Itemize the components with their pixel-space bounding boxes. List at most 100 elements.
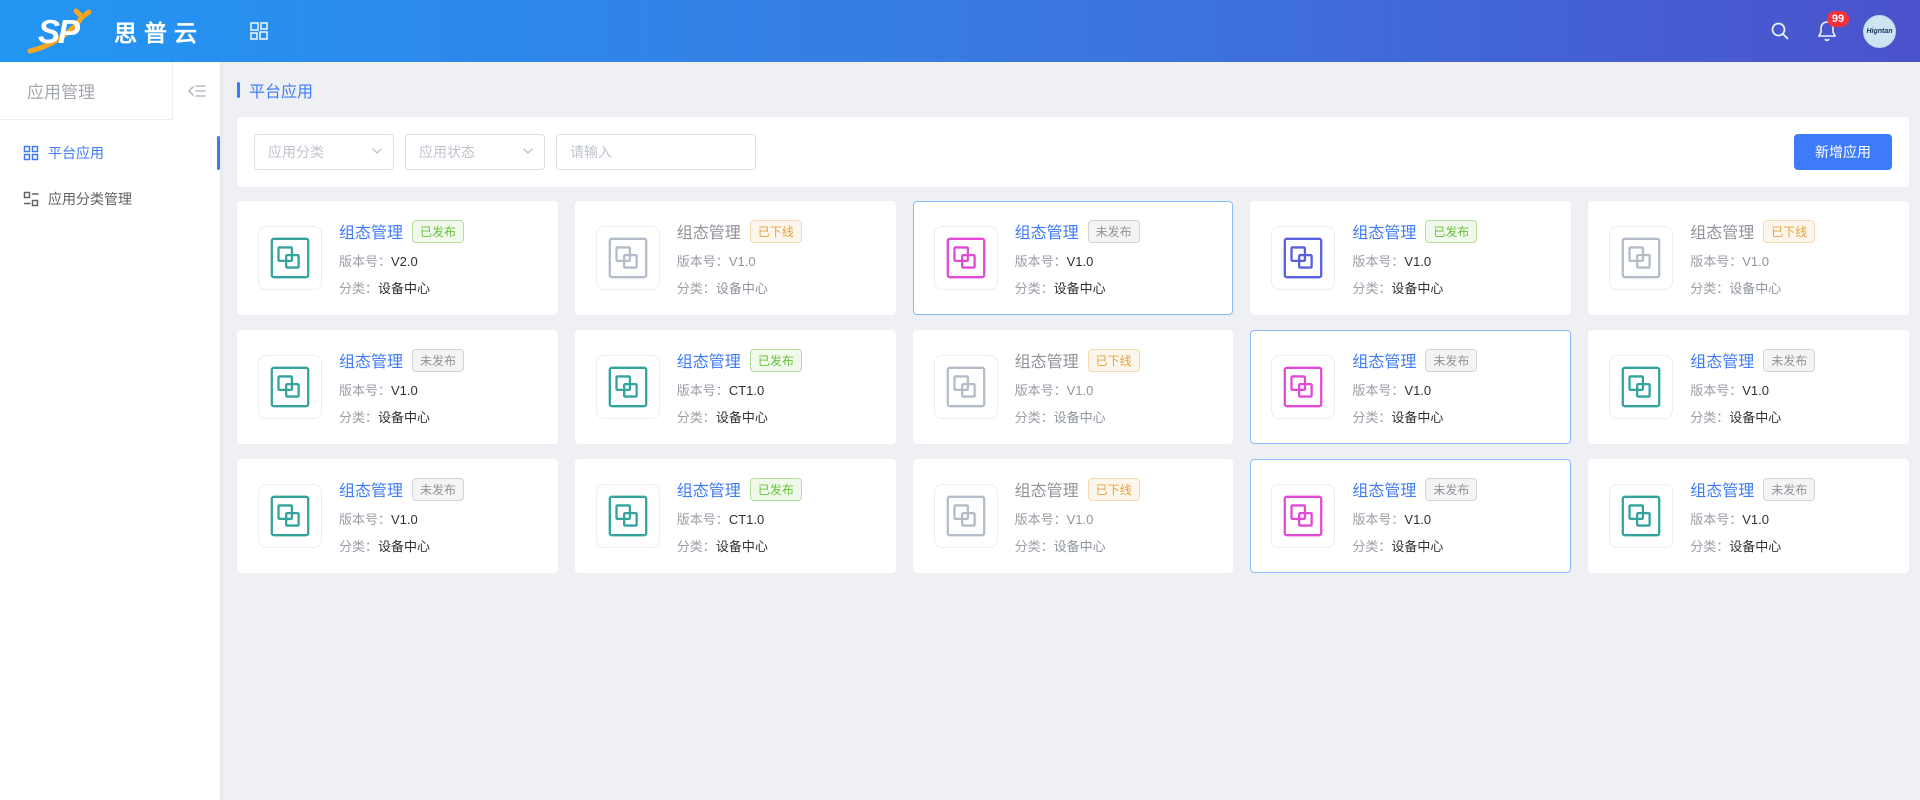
app-icon: [1609, 226, 1673, 290]
sidebar-menu: 平台应用 应用分类管理: [0, 120, 220, 222]
status-badge: 已发布: [750, 349, 802, 372]
notification-bell-icon[interactable]: 99: [1815, 19, 1839, 43]
app-title-link[interactable]: 组态管理: [1015, 477, 1079, 501]
app-card[interactable]: 组态管理 未发布 版本号：V1.0 分类：设备中心: [1588, 459, 1909, 573]
app-title-link[interactable]: 组态管理: [1690, 219, 1754, 243]
app-title-link[interactable]: 组态管理: [1015, 348, 1079, 372]
app-title-link[interactable]: 组态管理: [677, 477, 741, 501]
app-icon: [596, 484, 660, 548]
app-title-link[interactable]: 组态管理: [1352, 348, 1416, 372]
status-badge: 已下线: [1088, 478, 1140, 501]
app-icon: [1271, 226, 1335, 290]
app-title-link[interactable]: 组态管理: [339, 348, 403, 372]
app-card[interactable]: 组态管理 未发布 版本号：V1.0 分类：设备中心: [1250, 459, 1571, 573]
app-card[interactable]: 组态管理 已下线 版本号：V1.0 分类：设备中心: [575, 201, 896, 315]
version-line: 版本号：V1.0: [1352, 509, 1477, 528]
app-icon: [1609, 484, 1673, 548]
version-line: 版本号：V1.0: [677, 251, 802, 270]
app-icon: [1271, 355, 1335, 419]
app-icon: [934, 484, 998, 548]
add-application-button[interactable]: 新增应用: [1794, 134, 1892, 170]
version-line: 版本号：V1.0: [1015, 509, 1140, 528]
app-title-link[interactable]: 组态管理: [1352, 477, 1416, 501]
app-title-link[interactable]: 组态管理: [1352, 219, 1416, 243]
category-line: 分类：设备中心: [1352, 536, 1477, 555]
sidebar-title: 应用管理: [0, 62, 172, 120]
app-card[interactable]: 组态管理 已发布 版本号：CT1.0 分类：设备中心: [575, 459, 896, 573]
version-line: 版本号：V1.0: [1015, 251, 1140, 270]
app-card[interactable]: 组态管理 未发布 版本号：V1.0 分类：设备中心: [1588, 330, 1909, 444]
app-title-link[interactable]: 组态管理: [1690, 477, 1754, 501]
main-content: 平台应用 应用分类 应用状态 新增应用 组态管理: [220, 62, 1920, 800]
search-icon[interactable]: [1769, 20, 1791, 42]
notification-badge: 99: [1827, 11, 1849, 27]
app-title-link[interactable]: 组态管理: [677, 348, 741, 372]
sidebar-item-label: 平台应用: [48, 143, 104, 163]
chevron-down-icon: [371, 144, 383, 160]
app-title-link[interactable]: 组态管理: [1015, 219, 1079, 243]
category-line: 分类：设备中心: [677, 278, 802, 297]
app-icon: [1271, 484, 1335, 548]
filter-toolbar: 应用分类 应用状态 新增应用: [237, 117, 1909, 187]
app-title-link[interactable]: 组态管理: [339, 219, 403, 243]
category-line: 分类：设备中心: [1690, 536, 1815, 555]
app-card-grid: 组态管理 已发布 版本号：V2.0 分类：设备中心 组态管理 已下线 版本号：V…: [237, 201, 1909, 573]
category-line: 分类：设备中心: [1352, 407, 1477, 426]
apps-grid-icon[interactable]: [248, 20, 270, 42]
version-line: 版本号：V1.0: [1352, 251, 1477, 270]
version-line: 版本号：V1.0: [1690, 509, 1815, 528]
version-line: 版本号：CT1.0: [677, 509, 802, 528]
version-line: 版本号：V1.0: [1690, 251, 1815, 270]
app-icon: [596, 355, 660, 419]
collapse-sidebar-icon[interactable]: [172, 62, 220, 120]
top-header: SP 思普云 99 Higntan: [0, 0, 1920, 62]
app-icon: [1609, 355, 1673, 419]
app-card[interactable]: 组态管理 未发布 版本号：V1.0 分类：设备中心: [237, 330, 558, 444]
app-card[interactable]: 组态管理 未发布 版本号：V1.0 分类：设备中心: [237, 459, 558, 573]
category-line: 分类：设备中心: [339, 407, 464, 426]
sidebar-item-app-category-management[interactable]: 应用分类管理: [0, 176, 220, 222]
version-line: 版本号：V1.0: [1352, 380, 1477, 399]
status-badge: 已发布: [750, 478, 802, 501]
status-badge: 已发布: [412, 220, 464, 243]
category-line: 分类：设备中心: [677, 407, 802, 426]
status-badge: 未发布: [1425, 478, 1477, 501]
app-title-link[interactable]: 组态管理: [339, 477, 403, 501]
app-icon: [258, 226, 322, 290]
app-card[interactable]: 组态管理 已发布 版本号：V1.0 分类：设备中心: [1250, 201, 1571, 315]
search-input[interactable]: [556, 134, 756, 170]
app-card[interactable]: 组态管理 已下线 版本号：V1.0 分类：设备中心: [913, 459, 1234, 573]
category-line: 分类：设备中心: [339, 278, 464, 297]
version-line: 版本号：CT1.0: [677, 380, 802, 399]
app-icon: [934, 226, 998, 290]
category-line: 分类：设备中心: [1015, 407, 1140, 426]
app-status-select[interactable]: 应用状态: [405, 134, 545, 170]
sidebar-item-platform-apps[interactable]: 平台应用: [0, 130, 220, 176]
logo-sp-icon: SP: [26, 7, 104, 55]
user-avatar[interactable]: Higntan: [1863, 15, 1896, 48]
title-accent-bar: [237, 82, 240, 98]
app-title-link[interactable]: 组态管理: [1690, 348, 1754, 372]
app-category-select[interactable]: 应用分类: [254, 134, 394, 170]
app-icon: [596, 226, 660, 290]
app-icon: [258, 355, 322, 419]
version-line: 版本号：V1.0: [1015, 380, 1140, 399]
app-logo[interactable]: SP 思普云: [0, 7, 220, 55]
app-card[interactable]: 组态管理 已下线 版本号：V1.0 分类：设备中心: [913, 330, 1234, 444]
sidebar-item-label: 应用分类管理: [48, 189, 132, 209]
status-badge: 已下线: [750, 220, 802, 243]
app-card[interactable]: 组态管理 已下线 版本号：V1.0 分类：设备中心: [1588, 201, 1909, 315]
status-badge: 已发布: [1425, 220, 1477, 243]
app-card[interactable]: 组态管理 未发布 版本号：V1.0 分类：设备中心: [1250, 330, 1571, 444]
category-line: 分类：设备中心: [1015, 536, 1140, 555]
status-badge: 未发布: [1088, 220, 1140, 243]
app-card[interactable]: 组态管理 未发布 版本号：V1.0 分类：设备中心: [913, 201, 1234, 315]
app-card[interactable]: 组态管理 已发布 版本号：V2.0 分类：设备中心: [237, 201, 558, 315]
version-line: 版本号：V2.0: [339, 251, 464, 270]
status-badge: 未发布: [412, 349, 464, 372]
app-title-link[interactable]: 组态管理: [677, 219, 741, 243]
app-card[interactable]: 组态管理 已发布 版本号：CT1.0 分类：设备中心: [575, 330, 896, 444]
version-line: 版本号：V1.0: [1690, 380, 1815, 399]
category-list-icon: [23, 191, 39, 207]
status-badge: 已下线: [1763, 220, 1815, 243]
